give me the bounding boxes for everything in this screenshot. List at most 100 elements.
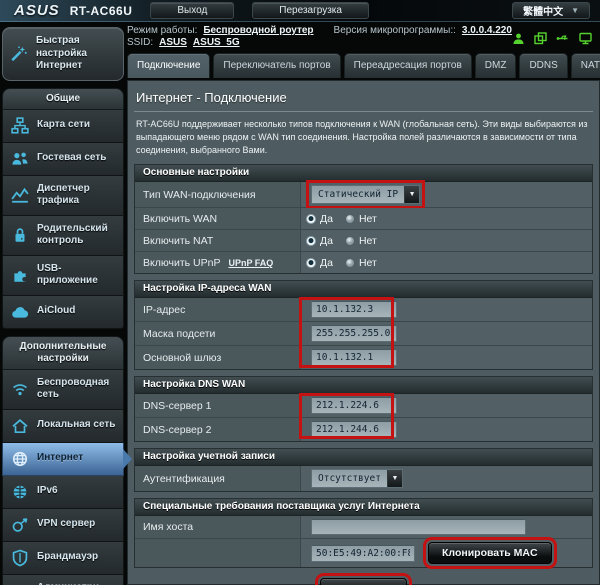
network-map-icon: [10, 117, 30, 135]
radio-selected-icon: [306, 236, 316, 246]
printer-status-icon[interactable]: [579, 32, 592, 45]
top-bar: ASUS RT-AC66U Выход Перезагрузка 繁體中文 ▼: [0, 0, 600, 22]
apply-button[interactable]: Применить: [320, 578, 406, 585]
sidebar-item-parental-control[interactable]: Родительский контроль: [2, 216, 124, 256]
wan-type-label: Тип WAN-подключения: [135, 182, 301, 207]
sidebar-item-ipv6[interactable]: IPv6: [2, 476, 124, 509]
chevron-down-icon: ▼: [404, 186, 419, 203]
sidebar-group-advanced: Дополнительные настройки Беспроводная се…: [2, 336, 124, 585]
sidebar-item-vpn-server[interactable]: VPN сервер: [2, 509, 124, 542]
sidebar-item-usb-application[interactable]: USB-приложение: [2, 256, 124, 296]
lock-icon: [10, 226, 30, 244]
tab-ddns[interactable]: DDNS: [519, 53, 567, 78]
wan-enable-radio-group: Да Нет: [306, 213, 377, 225]
main-panel: Интернет - Подключение RT-AC66U поддержи…: [127, 80, 600, 585]
radio-selected-icon: [306, 214, 316, 224]
wan-type-select[interactable]: Статический IP ▼: [311, 185, 420, 204]
subnet-mask-input[interactable]: [311, 325, 397, 342]
firmware-label: Версия микропрограммы::: [334, 25, 456, 36]
sidebar-item-lan[interactable]: Локальная сеть: [2, 410, 124, 443]
quick-setup-button[interactable]: Быстрая настройка Интернет: [2, 27, 124, 81]
section-wan-ip: Настройка IP-адреса WAN IP-адрес Маска п…: [134, 280, 593, 370]
ssid-label: SSID:: [127, 37, 153, 48]
radio-unselected-icon: [345, 258, 355, 268]
sidebar-item-internet[interactable]: Интернет: [2, 443, 124, 476]
quick-setup-label: Быстрая настройка Интернет: [36, 35, 117, 73]
tab-dmz[interactable]: DMZ: [475, 53, 517, 78]
page-title: Интернет - Подключение: [134, 86, 593, 112]
sidebar-item-guest-network[interactable]: Гостевая сеть: [2, 143, 124, 176]
asus-logo: ASUS: [14, 2, 60, 19]
section-account: Настройка учетной записи Аутентификация …: [134, 448, 593, 492]
clients-status-icon[interactable]: [512, 32, 525, 45]
sidebar-item-firewall[interactable]: Брандмауэр: [2, 542, 124, 575]
hostname-input[interactable]: [311, 519, 526, 535]
tab-port-forwarding[interactable]: Переадресация портов: [344, 53, 472, 78]
mac-address-input[interactable]: [311, 545, 415, 562]
chevron-down-icon: ▼: [571, 6, 579, 15]
ip-address-input[interactable]: [311, 301, 397, 318]
guest-network-status-icon[interactable]: [534, 32, 547, 45]
language-selector[interactable]: 繁體中文 ▼: [512, 2, 590, 19]
wifi-icon: [10, 380, 30, 398]
ssid-24g-link[interactable]: ASUS: [159, 37, 187, 48]
clone-mac-button[interactable]: Клонировать MAC: [428, 542, 552, 564]
auth-select[interactable]: Отсутствует ▼: [311, 469, 403, 488]
page-description: RT-AC66U поддерживает несколько типов по…: [136, 118, 591, 157]
upnp-enable-no-radio[interactable]: Нет: [345, 257, 377, 269]
section-wan-dns: Настройка DNS WAN DNS-сервер 1 DNS-серве…: [134, 376, 593, 442]
puzzle-piece-icon: [10, 266, 30, 284]
sidebar-item-wireless[interactable]: Беспроводная сеть: [2, 370, 124, 410]
sidebar-item-traffic-manager[interactable]: Диспетчер трафика: [2, 176, 124, 216]
cloud-icon: [10, 303, 30, 321]
gateway-label: Основной шлюз: [135, 346, 301, 369]
router-model: RT-AC66U: [70, 4, 133, 18]
logout-button[interactable]: Выход: [150, 2, 234, 19]
sidebar-item-network-map[interactable]: Карта сети: [2, 110, 124, 143]
tab-connection[interactable]: Подключение: [127, 53, 210, 78]
nat-enable-yes-radio[interactable]: Да: [306, 235, 333, 247]
wan-enable-label: Включить WAN: [135, 208, 301, 229]
house-icon: [10, 417, 30, 435]
operation-mode-link[interactable]: Беспроводной роутер: [203, 25, 313, 36]
guest-network-icon: [10, 150, 30, 168]
sidebar-group-general: Общие Карта сети Гостевая сеть Диспетчер…: [2, 88, 124, 329]
firmware-version-link[interactable]: 3.0.0.4.220: [462, 25, 512, 36]
radio-unselected-icon: [345, 236, 355, 246]
wan-enable-yes-radio[interactable]: Да: [306, 213, 333, 225]
sidebar-item-administration[interactable]: Администри-рование: [2, 575, 124, 585]
vpn-icon: [10, 516, 30, 534]
nat-enable-radio-group: Да Нет: [306, 235, 377, 247]
sidebar-item-aicloud[interactable]: AiCloud: [2, 296, 124, 329]
ip-address-label: IP-адрес: [135, 298, 301, 321]
operation-mode-label: Режим работы:: [127, 25, 197, 36]
reboot-button[interactable]: Перезагрузка: [252, 2, 369, 19]
nat-enable-no-radio[interactable]: Нет: [345, 235, 377, 247]
subnet-mask-label: Маска подсети: [135, 322, 301, 345]
upnp-enable-yes-radio[interactable]: Да: [306, 257, 333, 269]
group-title-general: Общие: [2, 88, 124, 110]
radio-selected-icon: [306, 258, 316, 268]
usb-status-icon[interactable]: [556, 32, 570, 45]
ssid-5g-link[interactable]: ASUS_5G: [193, 37, 240, 48]
upnp-enable-label: Включить UPnP: [143, 257, 220, 269]
tab-port-trigger[interactable]: Переключатель портов: [213, 53, 340, 78]
gateway-input[interactable]: [311, 349, 397, 366]
upnp-faq-link[interactable]: UPnP FAQ: [228, 258, 273, 268]
dns2-input[interactable]: [311, 421, 397, 438]
tab-nat-passthrough[interactable]: NAT Passthrough: [571, 53, 600, 78]
magic-wand-icon: [9, 45, 29, 63]
shield-icon: [10, 549, 30, 567]
dns1-input[interactable]: [311, 397, 397, 414]
mac-row-spacer: [135, 539, 301, 567]
upnp-enable-radio-group: Да Нет: [306, 257, 377, 269]
apply-row: Применить: [134, 574, 593, 585]
wan-enable-no-radio[interactable]: Нет: [345, 213, 377, 225]
traffic-manager-icon: [10, 186, 30, 204]
ipv6-globe-icon: [10, 483, 30, 501]
section-isp-special: Специальные требования поставщика услуг …: [134, 498, 593, 568]
chevron-down-icon: ▼: [387, 470, 402, 487]
auth-label: Аутентификация: [135, 466, 301, 491]
globe-icon: [10, 450, 30, 468]
tab-bar: Подключение Переключатель портов Переадр…: [127, 53, 600, 78]
